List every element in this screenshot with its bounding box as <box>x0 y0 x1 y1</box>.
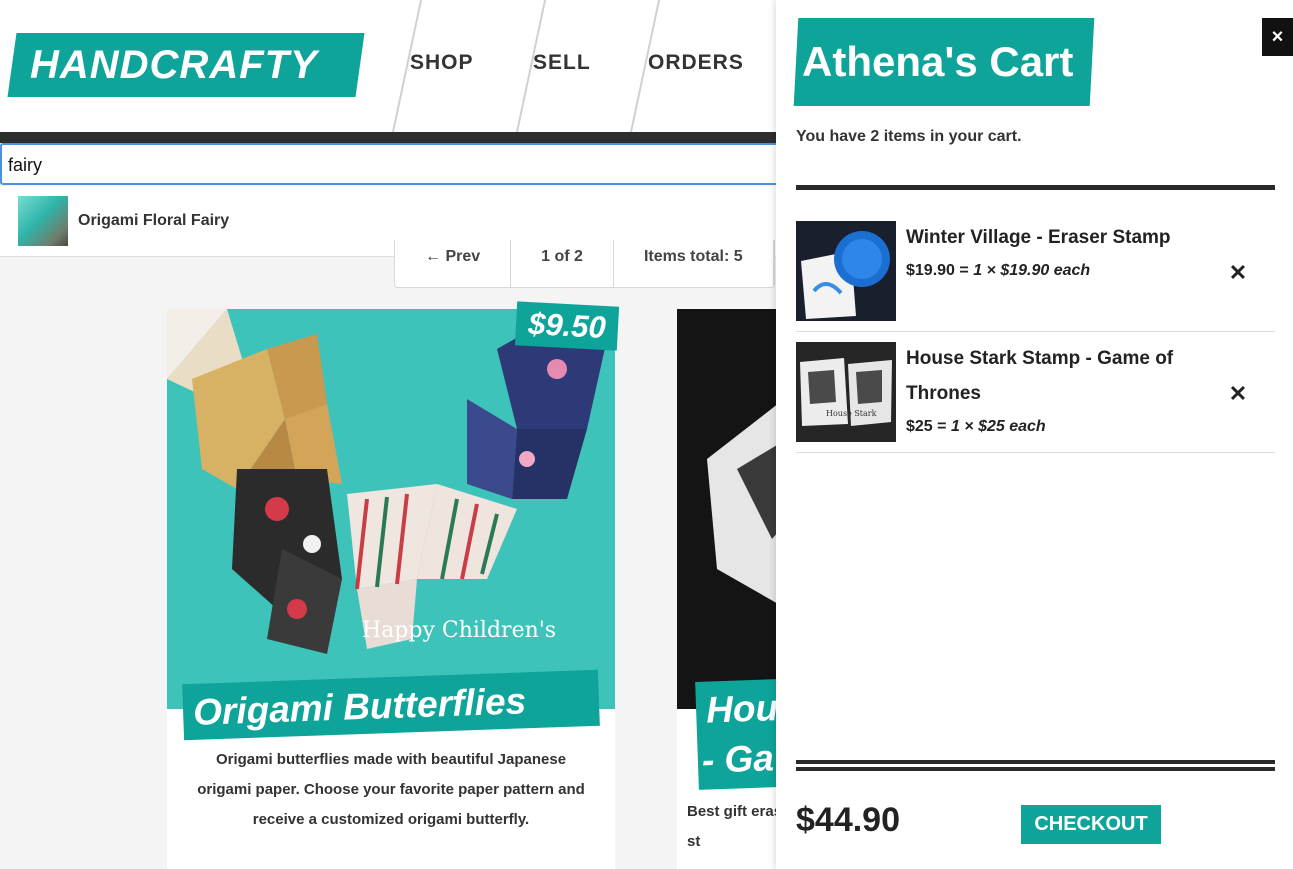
page: HANDCRAFTY SHOP SELL ORDERS Origami Flor… <box>0 0 1293 869</box>
logo[interactable]: HANDCRAFTY <box>7 33 365 97</box>
cart-item-subtotal: $25 = <box>906 418 947 435</box>
suggestion-label: Origami Floral Fairy <box>78 212 230 229</box>
price-tag: $9.50 <box>514 301 620 351</box>
cart-item-detail: 1 × $19.90 each <box>973 262 1091 279</box>
remove-icon: ✕ <box>1228 381 1248 406</box>
image-caption: Happy Children's <box>362 618 556 643</box>
butterflies-image: Happy Children's <box>167 309 615 709</box>
product-description: Origami butterflies made with beautiful … <box>197 751 585 828</box>
nav-orders[interactable]: ORDERS <box>648 48 744 78</box>
divider <box>796 185 1275 190</box>
cart-item-thumbnail[interactable]: House Stark <box>796 342 896 442</box>
suggestion-thumbnail <box>18 196 68 246</box>
prev-page-button[interactable]: ← Prev <box>395 240 512 287</box>
cart-item-name[interactable]: House Stark Stamp - Game of Thrones <box>906 341 1206 411</box>
product-card[interactable]: Happy Children's Origami butterflies mad… <box>167 309 615 869</box>
nav-sell[interactable]: SELL <box>533 48 591 78</box>
cart-title: Athena's Cart <box>802 38 1074 85</box>
remove-icon: ✕ <box>1228 260 1248 285</box>
product-image[interactable]: Happy Children's <box>167 309 615 709</box>
close-icon: × <box>1271 26 1284 48</box>
cart-title-banner: Athena's Cart <box>793 18 1095 106</box>
product-price: $9.50 <box>527 305 607 346</box>
cart-item-thumbnail[interactable] <box>796 221 896 321</box>
divider <box>796 760 1275 771</box>
cart-item-detail: 1 × $25 each <box>950 418 1046 435</box>
nav-shop[interactable]: SHOP <box>410 48 474 78</box>
cart-item-price: $19.90 = 1 × $19.90 each <box>906 260 1090 282</box>
cart-drawer: Athena's Cart × You have 2 items in your… <box>776 0 1293 869</box>
cart-item-price: $25 = 1 × $25 each <box>906 416 1046 438</box>
thumbnail-caption: House Stark <box>826 409 877 418</box>
close-cart-button[interactable]: × <box>1262 18 1293 56</box>
cart-total: $44.90 <box>796 801 900 839</box>
items-total: Items total: 5 <box>614 240 774 287</box>
logo-text: HANDCRAFTY <box>30 43 318 87</box>
cart-item: House Stark House Stark Stamp - Game of … <box>796 332 1275 453</box>
pagination: ← Prev 1 of 2 Items total: 5 <box>394 240 775 288</box>
search-input[interactable] <box>8 151 768 179</box>
remove-item-button[interactable]: ✕ <box>1226 382 1250 406</box>
checkout-button[interactable]: CHECKOUT <box>1021 805 1161 844</box>
cart-item-subtotal: $19.90 = <box>906 262 969 279</box>
cart-item-count: You have 2 items in your cart. <box>796 128 1022 145</box>
remove-item-button[interactable]: ✕ <box>1226 261 1250 285</box>
cart-item-name[interactable]: Winter Village - Eraser Stamp <box>906 220 1206 255</box>
page-indicator: 1 of 2 <box>511 240 614 287</box>
cart-item: Winter Village - Eraser Stamp $19.90 = 1… <box>796 211 1275 332</box>
